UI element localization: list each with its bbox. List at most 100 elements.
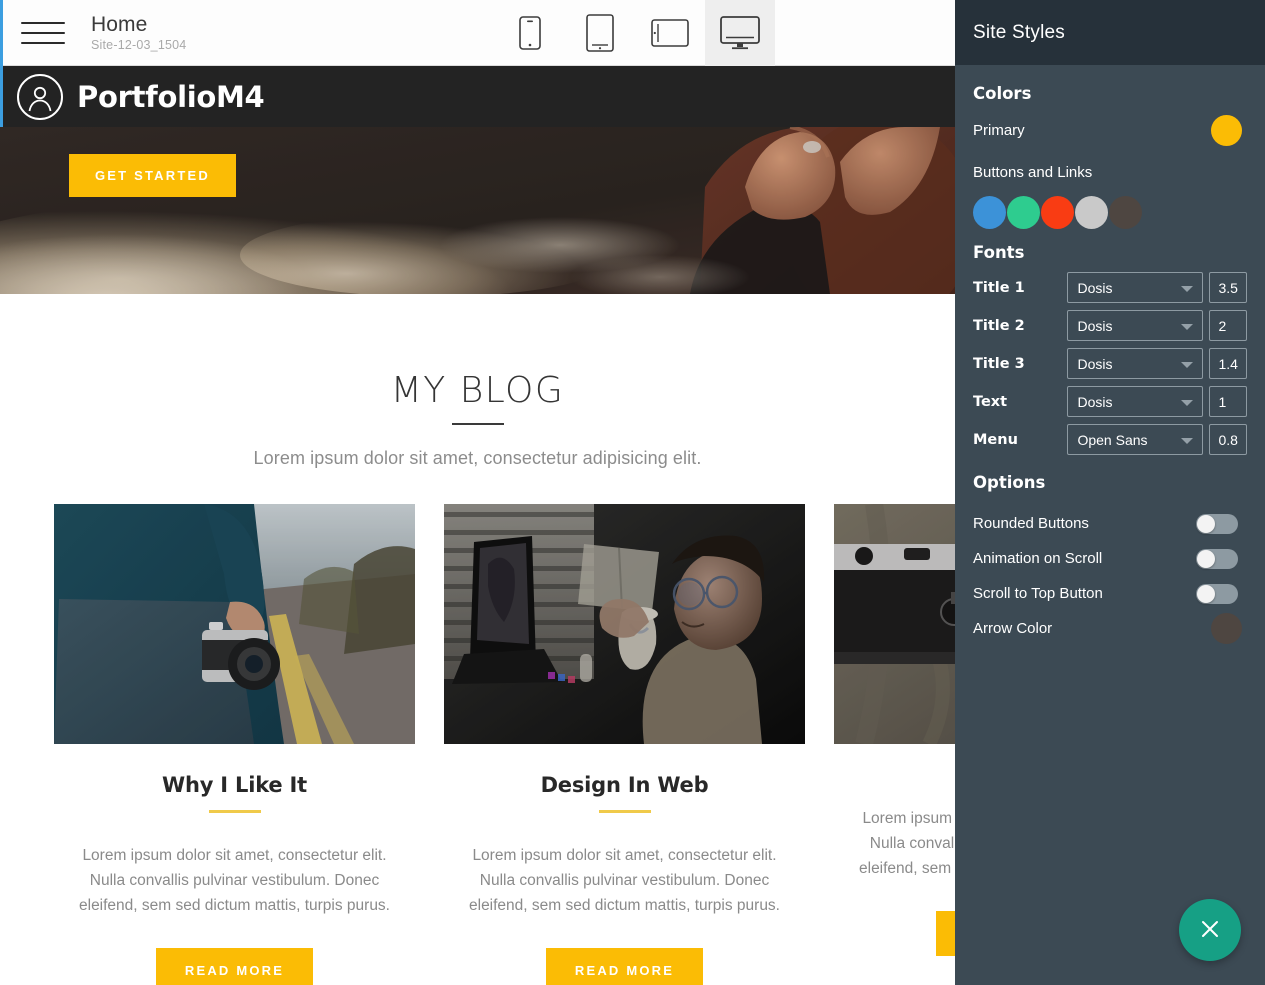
font-size-value: 3.5 (1218, 279, 1238, 296)
arrow-color-swatch[interactable] (1211, 613, 1242, 644)
card-text: Lorem ipsum dolor sit amet, consectetur … (79, 847, 390, 915)
button-color-swatch-gray[interactable] (1075, 196, 1108, 229)
chevron-down-icon (1181, 323, 1194, 330)
page-id: Site-12-03_1504 (91, 37, 187, 52)
user-avatar-icon (17, 73, 63, 120)
blog-card: Why I Like It Lorem ipsum dolor sit amet… (54, 504, 415, 985)
font-family-select[interactable]: Dosis (1067, 386, 1204, 417)
blog-header: MY BLOG Lorem ipsum dolor sit amet, cons… (0, 370, 955, 469)
primary-color-swatch[interactable] (1211, 114, 1242, 146)
buttons-links-label: Buttons and Links (973, 163, 1093, 181)
font-size-input[interactable]: 3.5 (1209, 272, 1247, 303)
arrow-color-label: Arrow Color (973, 620, 1053, 637)
brand-name: PortfolioM4 (77, 79, 265, 114)
panel-body: Colors Primary Buttons and Links Fonts T… (955, 65, 1265, 646)
card-button-wrap: READ MORE (444, 948, 805, 985)
font-family-select[interactable]: Dosis (1067, 272, 1204, 303)
chevron-down-icon (1181, 399, 1194, 406)
button-color-swatch-green[interactable] (1007, 196, 1040, 229)
card-image[interactable] (54, 504, 415, 744)
font-size-input[interactable]: 1.4 (1209, 348, 1247, 379)
button-color-swatch-blue[interactable] (973, 196, 1006, 229)
panel-title: Site Styles (973, 21, 1065, 43)
font-size-input[interactable]: 1 (1209, 386, 1247, 417)
close-panel-button[interactable] (1179, 899, 1241, 961)
read-more-button[interactable]: READ MORE (155, 948, 314, 985)
device-phone-button[interactable] (495, 0, 565, 66)
card-button-wrap: READ MORE (54, 948, 415, 985)
heading-underline (451, 423, 504, 425)
device-desktop-button[interactable] (705, 0, 775, 66)
read-more-button[interactable]: READ MORE (545, 948, 704, 985)
option-scroll-to-top: Scroll to Top Button (973, 576, 1247, 611)
font-label: Title 3 (973, 355, 1025, 372)
option-rounded-buttons: Rounded Buttons (973, 506, 1247, 541)
site-brand[interactable]: PortfolioM4 (17, 73, 265, 120)
close-icon (1198, 917, 1222, 944)
font-size-input[interactable]: 0.8 (1209, 424, 1247, 455)
chevron-down-icon (1181, 437, 1194, 444)
font-row-title2: Title 2 Dosis 2 (973, 310, 1247, 341)
app-root: Home Site-12-03_1504 PortfolioM4 GET STA… (0, 0, 1265, 985)
font-size-value: 2 (1218, 317, 1227, 334)
blog-section: MY BLOG Lorem ipsum dolor sit amet, cons… (0, 294, 955, 985)
tablet-landscape-icon (651, 19, 689, 47)
hero-banner: GET STARTED (0, 127, 955, 294)
buttons-links-row: Buttons and Links (973, 155, 1247, 189)
colors-section-label: Colors (973, 84, 1032, 103)
font-family-select[interactable]: Dosis (1067, 310, 1204, 341)
font-size-value: 1.4 (1218, 355, 1238, 372)
site-header: PortfolioM4 (0, 66, 955, 127)
option-label: Animation on Scroll (973, 550, 1103, 567)
primary-color-label: Primary (973, 121, 1025, 139)
chevron-down-icon (1181, 361, 1194, 368)
button-color-swatches (973, 196, 1247, 229)
font-row-title3: Title 3 Dosis 1.4 (973, 348, 1247, 379)
font-family-value: Dosis (1077, 279, 1113, 296)
font-family-value: Open Sans (1077, 431, 1148, 448)
card-button-wrap: READ MORE (834, 911, 955, 957)
page-meta: Home Site-12-03_1504 (91, 13, 186, 53)
rounded-buttons-toggle[interactable] (1196, 513, 1238, 534)
card-image[interactable] (834, 504, 955, 744)
primary-color-row: Primary (973, 113, 1247, 147)
device-tablet-button[interactable] (565, 0, 635, 66)
tablet-icon (586, 14, 614, 52)
font-family-value: Dosis (1077, 317, 1113, 334)
read-more-button[interactable]: READ MORE (935, 911, 955, 957)
fonts-list: Title 1 Dosis 3.5 Title 2 Dosis 2 Title … (973, 272, 1247, 455)
animation-on-scroll-toggle[interactable] (1196, 548, 1238, 569)
desktop-icon (720, 16, 760, 50)
card-text: Lorem ipsum dolor sit amet, consectetur … (469, 847, 780, 915)
button-color-swatch-red[interactable] (1041, 196, 1074, 229)
toggle-knob (1197, 549, 1215, 568)
card-text: Lorem ipsum dolor sit amet, consectetur … (859, 810, 955, 878)
page-title: Home (91, 12, 148, 36)
scroll-to-top-toggle[interactable] (1196, 583, 1238, 604)
device-switcher (495, 0, 775, 66)
options-section-label: Options (973, 473, 1046, 492)
button-color-swatch-dark[interactable] (1109, 196, 1142, 229)
blog-card: Design In Web Lorem ipsum dolor sit amet… (444, 504, 805, 985)
hamburger-icon[interactable] (21, 18, 65, 48)
blog-card: Lorem ipsum dolor sit amet, consectetur … (834, 504, 955, 985)
font-family-select[interactable]: Open Sans (1067, 424, 1204, 455)
fonts-section-label: Fonts (973, 243, 1025, 262)
card-title-underline (598, 810, 651, 813)
font-family-select[interactable]: Dosis (1067, 348, 1204, 379)
card-image[interactable] (444, 504, 805, 744)
left-edge-accent (0, 0, 3, 127)
blog-subheading: Lorem ipsum dolor sit amet, consectetur … (253, 448, 702, 468)
font-label: Title 1 (973, 279, 1025, 296)
blog-heading: MY BLOG (390, 370, 565, 411)
hero-cta-button[interactable]: GET STARTED (69, 154, 236, 197)
font-size-value: 1 (1218, 393, 1227, 410)
toggle-knob (1197, 514, 1215, 533)
editor-toolbar: Home Site-12-03_1504 (0, 0, 955, 66)
blog-card-list: Why I Like It Lorem ipsum dolor sit amet… (0, 504, 955, 985)
font-family-value: Dosis (1077, 393, 1113, 410)
card-title: Why I Like It (161, 773, 308, 797)
font-family-value: Dosis (1077, 355, 1113, 372)
font-size-input[interactable]: 2 (1209, 310, 1247, 341)
device-tablet-landscape-button[interactable] (635, 0, 705, 66)
